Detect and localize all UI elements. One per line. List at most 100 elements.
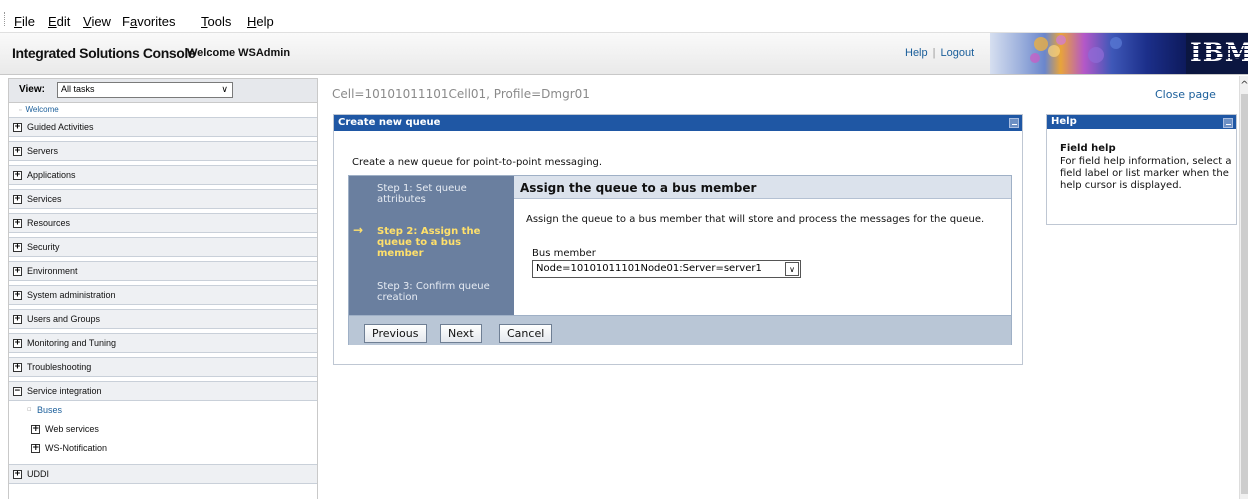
help-panel: Help Field help For field help informati… xyxy=(1046,114,1237,225)
menu-favorites-prefix: F xyxy=(122,14,130,29)
nav-category-label: Service integration xyxy=(27,386,102,396)
collapse-icon[interactable]: − xyxy=(13,387,22,396)
expand-icon[interactable]: + xyxy=(13,315,22,324)
nav-item-buses[interactable]: ▫ Buses xyxy=(9,401,317,420)
expand-icon[interactable]: + xyxy=(13,171,22,180)
art-dot xyxy=(1110,37,1122,49)
nav-category-label: Environment xyxy=(27,266,78,276)
nav-category-environment[interactable]: + Environment xyxy=(9,261,317,281)
menu-tools-label: ools xyxy=(207,14,232,29)
menu-edit-label: dit xyxy=(56,14,71,29)
nav-category-monitoring-and-tuning[interactable]: + Monitoring and Tuning xyxy=(9,333,317,353)
minimize-icon[interactable] xyxy=(1223,118,1233,128)
field-help-title: Field help xyxy=(1060,143,1116,154)
menu-help[interactable]: Help xyxy=(247,14,274,29)
nav-category-label: Servers xyxy=(27,146,59,156)
bullet-icon: ▫ xyxy=(27,405,32,413)
nav-category-servers[interactable]: + Servers xyxy=(9,141,317,161)
expand-icon[interactable]: + xyxy=(13,243,22,252)
art-dot xyxy=(1048,45,1060,57)
nav-category-security[interactable]: + Security xyxy=(9,237,317,257)
expand-icon[interactable]: + xyxy=(13,267,22,276)
expand-icon[interactable]: + xyxy=(13,219,22,228)
help-header-title: Help xyxy=(1051,116,1077,127)
nav-category-system-administration[interactable]: + System administration xyxy=(9,285,317,305)
nav-category-label: Applications xyxy=(27,170,76,180)
wizard-step-3[interactable]: Step 3: Confirm queue creation xyxy=(377,281,509,303)
menu-edit[interactable]: Edit xyxy=(48,14,70,29)
previous-button[interactable]: Previous xyxy=(364,324,427,343)
menu-grip xyxy=(4,12,7,26)
vertical-scrollbar[interactable]: ^ xyxy=(1239,76,1248,499)
wizard-content: Assign the queue to a bus member Assign … xyxy=(514,176,1011,315)
minimize-icon[interactable] xyxy=(1009,118,1019,128)
expand-icon[interactable]: + xyxy=(13,363,22,372)
menu-edit-accesskey: E xyxy=(48,14,57,29)
expand-icon[interactable]: + xyxy=(13,339,22,348)
cancel-button[interactable]: Cancel xyxy=(499,324,553,343)
nav-welcome-link[interactable]: Welcome xyxy=(9,103,317,117)
expand-icon[interactable]: + xyxy=(31,444,40,453)
expand-icon[interactable]: + xyxy=(13,195,22,204)
help-link[interactable]: Help xyxy=(905,47,928,59)
nav-category-resources[interactable]: + Resources xyxy=(9,213,317,233)
nav-category-service-integration[interactable]: − Service integration xyxy=(9,381,317,401)
menu-file-label: ile xyxy=(21,14,35,29)
expand-icon[interactable]: + xyxy=(13,291,22,300)
step-description: Assign the queue to a bus member that wi… xyxy=(526,214,985,225)
help-header: Help xyxy=(1047,115,1236,129)
field-help-body: For field help information, select a fie… xyxy=(1060,156,1232,191)
menu-view[interactable]: View xyxy=(83,14,111,29)
view-select-value: All tasks xyxy=(61,84,95,94)
ibm-logo-box: IBM xyxy=(1186,33,1248,74)
wizard: Step 1: Set queue attributes → Step 2: A… xyxy=(348,175,1012,345)
nav-category-label: Services xyxy=(27,194,62,204)
current-step-arrow-icon: → xyxy=(353,223,364,237)
link-separator: | xyxy=(932,47,936,59)
nav-item-ws-notification[interactable]: + WS-Notification xyxy=(9,439,317,458)
nav-category-applications[interactable]: + Applications xyxy=(9,165,317,185)
menu-file[interactable]: File xyxy=(14,14,35,29)
view-selector-row: View: All tasks ∨ xyxy=(9,79,317,103)
wizard-intro: Create a new queue for point-to-point me… xyxy=(352,157,603,168)
menu-help-accesskey: H xyxy=(247,14,257,29)
expand-icon[interactable]: + xyxy=(31,425,40,434)
nav-category-services[interactable]: + Services xyxy=(9,189,317,209)
bus-member-label[interactable]: Bus member xyxy=(532,248,596,259)
nav-category-guided-activities[interactable]: + Guided Activities xyxy=(9,117,317,137)
nav-item-label: Web services xyxy=(45,424,99,434)
wizard-step-1[interactable]: Step 1: Set queue attributes xyxy=(377,183,509,205)
menu-help-label: elp xyxy=(256,14,274,29)
banner-links: Help | Logout xyxy=(905,47,974,59)
nav-category-users-and-groups[interactable]: + Users and Groups xyxy=(9,309,317,329)
logout-link[interactable]: Logout xyxy=(940,47,974,59)
view-select[interactable]: All tasks ∨ xyxy=(57,82,233,98)
ibm-logo: IBM xyxy=(1190,38,1248,67)
nav-category-label: Guided Activities xyxy=(27,122,94,132)
menu-tools[interactable]: Tools xyxy=(201,14,231,29)
menu-favorites[interactable]: Favorites xyxy=(122,14,175,29)
scroll-up-icon[interactable]: ^ xyxy=(1240,80,1248,92)
breadcrumb: Cell=10101011101Cell01, Profile=Dmgr01 xyxy=(332,87,590,101)
nav-category-label: UDDI xyxy=(27,469,49,479)
nav-category-troubleshooting[interactable]: + Troubleshooting xyxy=(9,357,317,377)
expand-icon[interactable]: + xyxy=(13,470,22,479)
expand-icon[interactable]: + xyxy=(13,147,22,156)
create-queue-portlet: Create new queue Create a new queue for … xyxy=(333,114,1023,365)
portlet-title: Create new queue xyxy=(338,117,441,128)
bus-member-select[interactable]: Node=10101011101Node01:Server=server1 ∨ xyxy=(532,260,801,278)
nav-categories: + Guided Activities + Servers + Applications +… xyxy=(9,117,317,377)
nav-category-label: Users and Groups xyxy=(27,314,101,324)
nav-item-label: WS-Notification xyxy=(45,443,108,453)
nav-item-web-services[interactable]: + Web services xyxy=(9,420,317,439)
close-page-link[interactable]: Close page xyxy=(1155,88,1216,101)
wizard-button-bar: Previous Next Cancel xyxy=(349,315,1011,345)
step-title: Assign the queue to a bus member xyxy=(514,176,1011,199)
chevron-down-icon[interactable]: ∨ xyxy=(785,262,799,276)
next-button[interactable]: Next xyxy=(440,324,482,343)
scroll-thumb[interactable] xyxy=(1241,94,1248,494)
expand-icon[interactable]: + xyxy=(13,123,22,132)
nav-category-uddi[interactable]: + UDDI xyxy=(9,464,317,484)
art-dot xyxy=(1030,53,1040,63)
nav-category-label: Troubleshooting xyxy=(27,362,92,372)
